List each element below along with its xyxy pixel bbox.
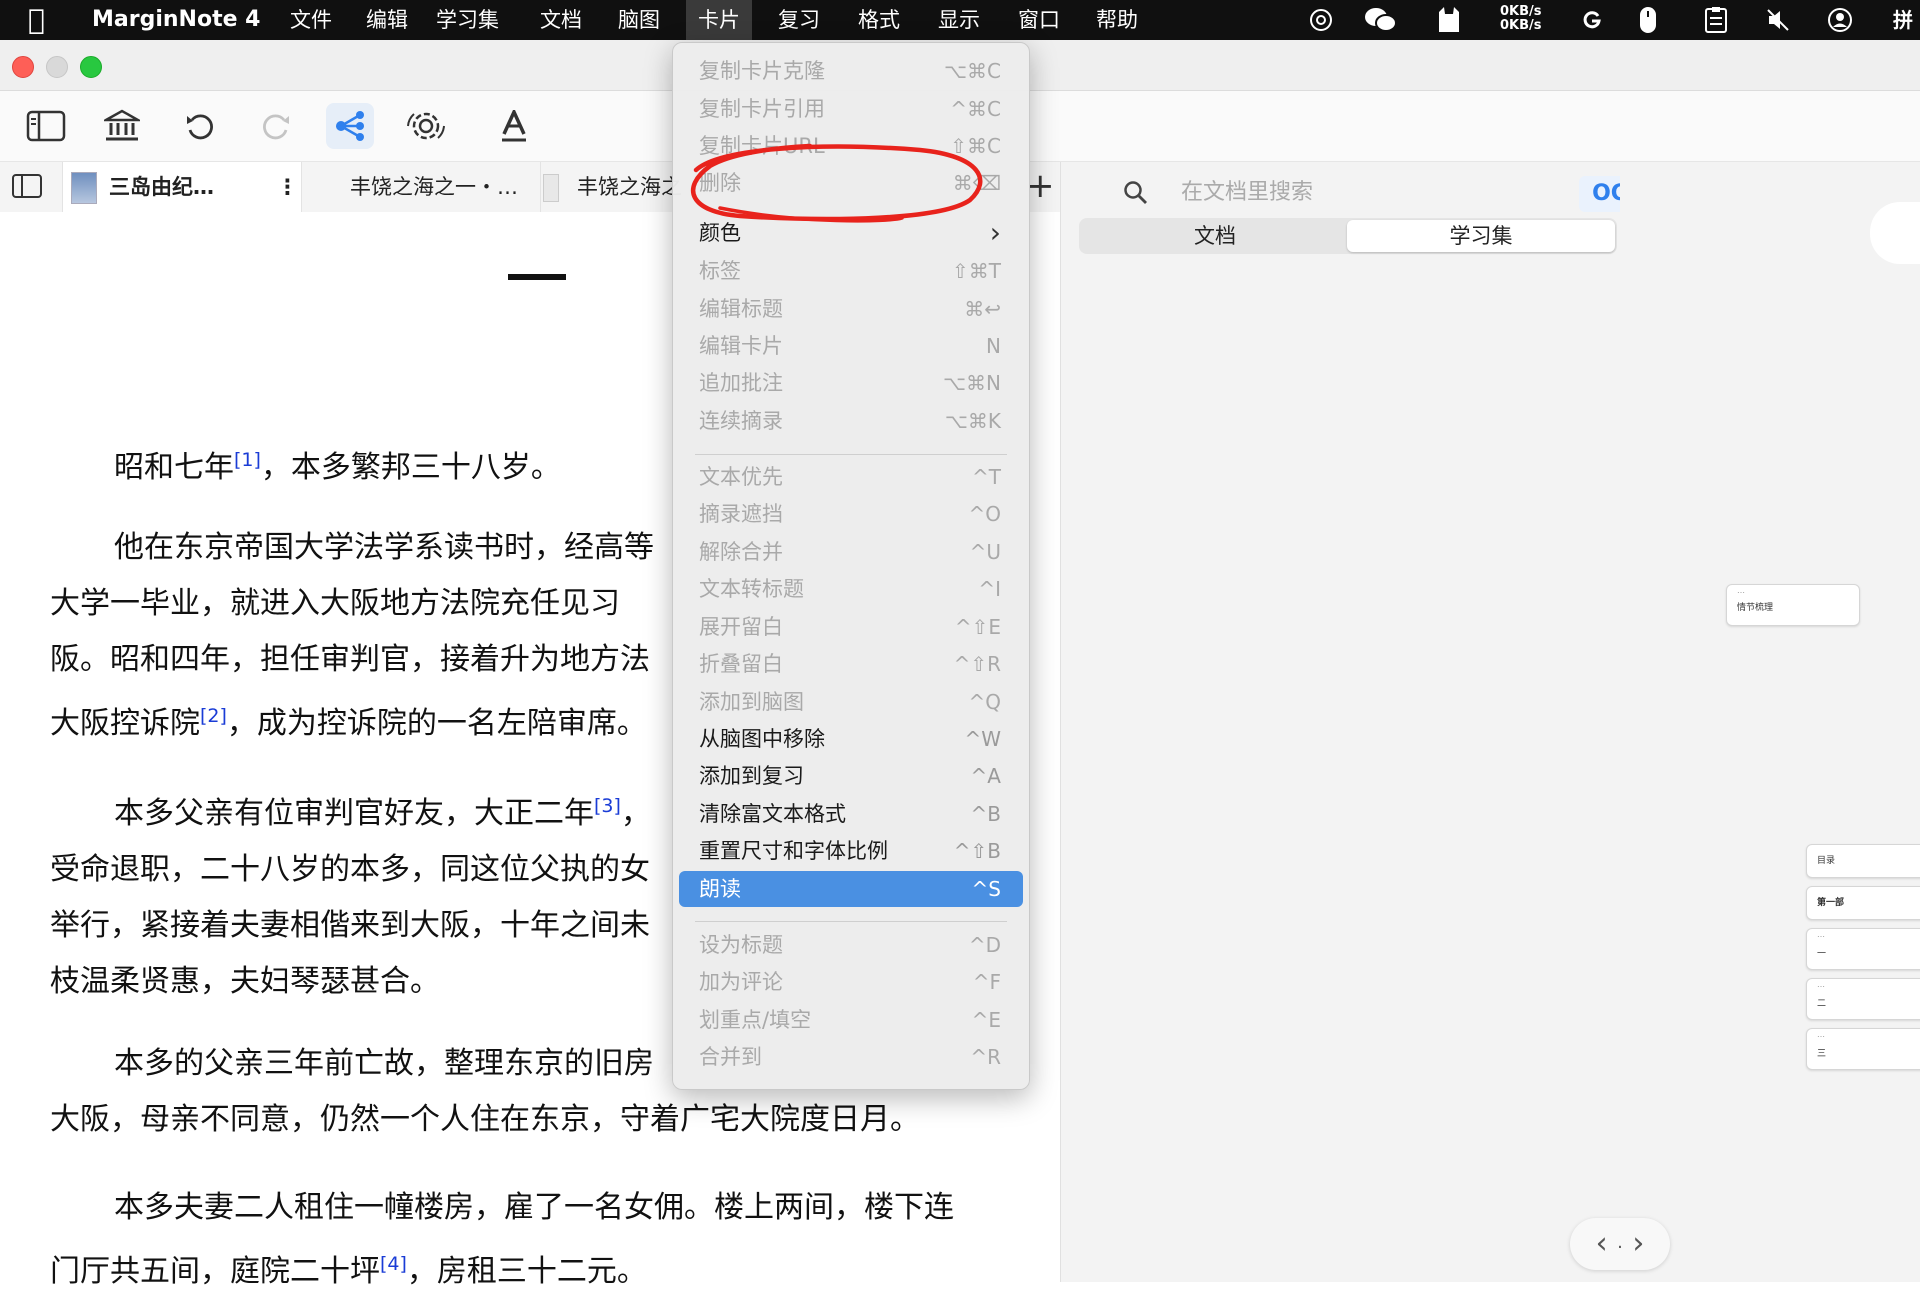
mindmap-node[interactable]: … 一 (1806, 928, 1920, 970)
menu-item-edit-title[interactable]: 编辑标题 ⌘↩ (679, 291, 1023, 327)
tab-more-icon[interactable]: ⋮ (277, 162, 298, 212)
sidebar-icon (26, 110, 66, 142)
library-button[interactable] (98, 103, 146, 149)
menu-view[interactable]: 显示 (926, 0, 992, 40)
next-page-icon[interactable]: › (1632, 1226, 1644, 1261)
g-app-icon[interactable] (1580, 0, 1604, 43)
menu-item-append-comment[interactable]: 追加批注 ⌥⌘N (679, 365, 1023, 401)
menu-item-merge-into[interactable]: 合并到 ^R (679, 1039, 1023, 1075)
menu-item-text-first[interactable]: 文本优先 ^T (679, 459, 1023, 495)
redo-icon (263, 114, 289, 140)
book-cover-thumbnail (543, 174, 559, 202)
zoom-window-button[interactable] (80, 56, 102, 78)
menu-item-copy-card-clone[interactable]: 复制卡片克隆 ⌥⌘C (679, 53, 1023, 89)
menu-item-edit-card[interactable]: 编辑卡片 N (679, 328, 1023, 364)
mindmap-node[interactable]: 目录 (1806, 844, 1920, 878)
footnote-link[interactable]: [4] (380, 1253, 407, 1275)
book-cover-thumbnail (71, 172, 97, 204)
menu-format[interactable]: 格式 (846, 0, 912, 40)
menu-item-add-to-mindmap[interactable]: 添加到脑图 ^Q (679, 684, 1023, 720)
segment-document[interactable]: 文档 (1081, 220, 1349, 252)
mindmap-node[interactable]: 第一部 (1806, 886, 1920, 920)
menu-item-copy-card-reference[interactable]: 复制卡片引用 ^⌘C (679, 91, 1023, 127)
menu-edit[interactable]: 编辑 (354, 0, 420, 40)
menu-window[interactable]: 窗口 (1006, 0, 1072, 40)
paragraph[interactable]: 本多夫妻二人租住一幢楼房，雇了一名女佣。楼上两间，楼下连 门厅共五间，庭院二十坪… (50, 1180, 1060, 1300)
previous-page-icon[interactable]: ‹ (1596, 1226, 1608, 1261)
mindmap-icon (336, 111, 364, 141)
mindmap-view-button[interactable] (326, 103, 374, 149)
add-tab-icon[interactable]: + (1026, 166, 1055, 206)
mindmap-node[interactable]: … 三 (1806, 1028, 1920, 1070)
page-nav-control[interactable]: ‹ · › (1570, 1218, 1670, 1270)
network-speed: 0KB/s 0KB/s (1500, 4, 1542, 33)
menu-item-add-as-comment[interactable]: 加为评论 ^F (679, 964, 1023, 1000)
mindmap-node[interactable]: … 情节梳理 (1726, 584, 1860, 626)
tab-document-2[interactable]: 丰饶之海之一・… (310, 162, 540, 212)
menu-item-collapse-margin[interactable]: 折叠留白 ^⇧R (679, 646, 1023, 682)
tab-label: 丰饶之海之一・… (350, 175, 518, 199)
close-window-button[interactable] (12, 56, 34, 78)
menu-mindmap[interactable]: 脑图 (606, 0, 672, 40)
text-style-icon (502, 110, 526, 142)
review-settings-button[interactable] (402, 103, 450, 149)
mindmap-canvas[interactable]: … 情节梳理 目录 第一部 … 一 … 二 … 三 ‹ · › (1570, 162, 1920, 1282)
red-annotation-circle (690, 143, 983, 223)
minimize-window-button[interactable] (46, 56, 68, 78)
gear-cycle-icon (407, 112, 445, 140)
menu-studyset[interactable]: 学习集 (424, 0, 511, 40)
notebook-panel: 在文档里搜索 OCR 文档 学习集 (1060, 162, 1657, 1282)
tab-document-3[interactable]: 丰饶之海之 (540, 162, 681, 212)
undo-button[interactable] (176, 103, 224, 149)
menu-item-add-to-review[interactable]: 添加到复习 ^A (679, 758, 1023, 794)
menu-separator (695, 454, 1007, 455)
page-dot: · (1617, 1237, 1623, 1258)
text-format-button[interactable] (490, 103, 538, 149)
app-menu[interactable]: MarginNote 4 (92, 0, 260, 40)
tab-label: 丰饶之海之 (577, 175, 681, 199)
menu-item-reset-size-font[interactable]: 重置尺寸和字体比例 ^⇧B (679, 833, 1023, 869)
mindmap-node[interactable]: … 二 (1806, 978, 1920, 1020)
apple-menu-icon[interactable]:  (28, 4, 45, 36)
menu-item-clear-rich-text[interactable]: 清除富文本格式 ^B (679, 796, 1023, 832)
menu-item-tags[interactable]: 标签 ⇧⌘T (679, 253, 1023, 289)
menu-item-set-as-title[interactable]: 设为标题 ^D (679, 927, 1023, 963)
chapter-mark (508, 274, 566, 280)
search-input[interactable]: 在文档里搜索 (1181, 170, 1313, 216)
sidebar-toggle-button[interactable] (22, 103, 70, 149)
canvas-edge-shape (1870, 202, 1920, 264)
menu-item-text-to-title[interactable]: 文本转标题 ^I (679, 571, 1023, 607)
menu-item-continuous-excerpt[interactable]: 连续摘录 ⌥⌘K (679, 403, 1023, 439)
tab-document-1[interactable]: 三岛由纪… ⋮ (62, 162, 302, 212)
menu-item-remove-from-mindmap[interactable]: 从脑图中移除 ^W (679, 721, 1023, 757)
undo-icon (187, 114, 213, 140)
menu-item-read-aloud[interactable]: 朗读 ^S (679, 871, 1023, 907)
menu-item-excerpt-mask[interactable]: 摘录遮挡 ^O (679, 496, 1023, 532)
library-icon (104, 109, 140, 141)
split-view-icon[interactable] (12, 174, 42, 202)
input-method-indicator[interactable]: 拼 (1886, 0, 1920, 40)
macos-menubar:  MarginNote 4 文件 编辑 学习集 文档 脑图 卡片 复习 格式 … (0, 0, 1920, 40)
menu-document[interactable]: 文档 (528, 0, 594, 40)
footnote-link[interactable]: [1] (234, 449, 261, 471)
footnote-link[interactable]: [2] (200, 705, 227, 727)
footnote-link[interactable]: [3] (594, 795, 621, 817)
tab-label: 三岛由纪… (109, 175, 214, 199)
menu-help[interactable]: 帮助 (1084, 0, 1150, 40)
view-segmented-control: 文档 学习集 (1079, 218, 1617, 254)
segment-studyset[interactable]: 学习集 (1347, 220, 1615, 252)
menu-card[interactable]: 卡片 (686, 0, 752, 40)
menu-separator (695, 921, 1007, 922)
menu-item-unmerge[interactable]: 解除合并 ^U (679, 534, 1023, 570)
search-bar[interactable]: 在文档里搜索 OCR (1101, 170, 1657, 216)
menu-file[interactable]: 文件 (278, 0, 344, 40)
redo-button[interactable] (252, 103, 300, 149)
menu-review[interactable]: 复习 (766, 0, 832, 40)
menu-item-highlight-cloze[interactable]: 划重点/填空 ^E (679, 1002, 1023, 1038)
menu-item-expand-margin[interactable]: 展开留白 ^⇧E (679, 609, 1023, 645)
search-icon (1124, 181, 1147, 204)
